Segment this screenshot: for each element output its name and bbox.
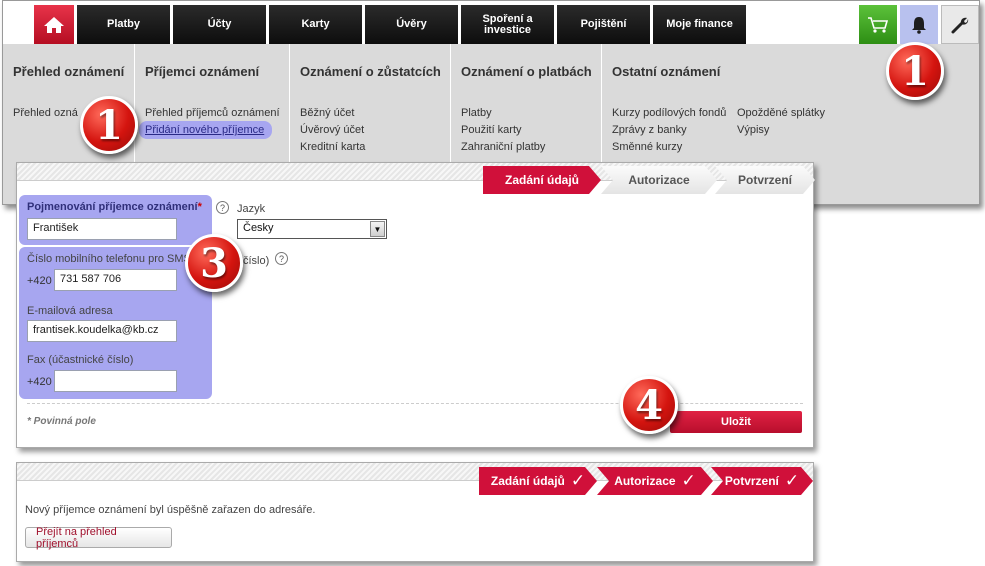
step-label: Autorizace xyxy=(614,474,676,488)
annotation-badge: 4 xyxy=(620,376,678,434)
bell-icon xyxy=(912,16,926,34)
nav-tab-ucty[interactable]: Účty xyxy=(173,5,266,44)
fax-prefix: +420 xyxy=(27,376,52,388)
nav-tab-platby[interactable]: Platby xyxy=(77,5,170,44)
menu-link-pouziti-karty[interactable]: Použití karty xyxy=(461,124,522,136)
menu-link-prehled-prijemcu[interactable]: Přehled příjemců oznámení xyxy=(145,107,280,119)
help-icon[interactable]: ? xyxy=(275,252,288,265)
nav-tab-label: Spoření a investice xyxy=(482,12,533,36)
name-input[interactable]: František xyxy=(27,218,177,240)
menu-head-prijemci: Příjemci oznámení xyxy=(145,64,260,79)
step-label: Zadání údajů xyxy=(490,474,565,488)
menu-link-bezny-ucet[interactable]: Běžný účet xyxy=(300,107,354,119)
cart-icon xyxy=(868,16,889,33)
step-label: Zadání údajů xyxy=(504,173,579,187)
chevron-down-icon: ▼ xyxy=(370,221,385,237)
menu-head-platby: Oznámení o platbách xyxy=(461,64,592,79)
menu-link-kreditni-karta[interactable]: Kreditní karta xyxy=(300,141,365,153)
cart-button[interactable] xyxy=(859,5,897,44)
mobile-prefix: +420 xyxy=(27,275,52,287)
language-select[interactable]: Česky ▼ xyxy=(237,219,387,239)
fax-input[interactable] xyxy=(54,370,177,392)
annotation-badge: 3 xyxy=(185,234,243,292)
step-zadani-udaju: Zadání údajů xyxy=(483,166,601,194)
required-note: * Povinná pole xyxy=(27,416,96,427)
check-icon: ✓ xyxy=(570,471,586,490)
help-icon[interactable]: ? xyxy=(216,201,229,214)
nav-tab-moje-finance[interactable]: Moje finance xyxy=(653,5,746,44)
email-label: E-mailová adresa xyxy=(27,305,113,317)
annotation-badge: 1 xyxy=(80,96,138,154)
add-recipient-form: Zadání údajů Autorizace Potvrzení Pojmen… xyxy=(16,162,814,448)
menu-head-zustatky: Oznámení o zůstatcích xyxy=(300,64,441,79)
success-message: Nový příjemce oznámení byl úspěšně zařaz… xyxy=(25,504,316,516)
main-navbar: Platby Účty Karty Úvěry Spoření a invest… xyxy=(3,1,979,44)
home-icon xyxy=(44,16,64,33)
nav-tab-label: Platby xyxy=(106,18,140,30)
step-potvrzeni: Potvrzení ✓ xyxy=(711,467,813,495)
step-label: Potvrzení xyxy=(724,474,779,488)
menu-head-ostatni: Ostatní oznámení xyxy=(612,64,721,79)
name-label: Pojmenování příjemce oznámení* xyxy=(27,201,202,213)
nav-tab-label: Účty xyxy=(207,18,232,30)
nav-tab-uvery[interactable]: Úvěry xyxy=(365,5,458,44)
go-to-recipients-button[interactable]: Přejít na přehled příjemců xyxy=(25,526,172,550)
save-button[interactable]: Uložit xyxy=(670,411,802,433)
mobile-label-suffix: číslo) xyxy=(243,255,270,267)
step-autorizace: Autorizace ✓ xyxy=(597,467,713,495)
nav-tab-label: Moje finance xyxy=(666,18,733,30)
language-label: Jazyk xyxy=(237,203,266,215)
name-label-text: Pojmenování příjemce oznámení xyxy=(27,201,198,213)
nav-tab-label: Úvěry xyxy=(396,18,427,30)
check-icon: ✓ xyxy=(784,471,800,490)
menu-head-prehled: Přehled oznámení xyxy=(13,64,125,79)
step-label: Potvrzení xyxy=(737,173,792,187)
nav-home[interactable] xyxy=(34,5,74,44)
nav-tab-pojisteni[interactable]: Pojištění xyxy=(557,5,650,44)
check-icon: ✓ xyxy=(681,471,696,490)
language-value: Česky xyxy=(243,222,274,234)
nav-tab-karty[interactable]: Karty xyxy=(269,5,362,44)
nav-tab-sporeni[interactable]: Spoření a investice xyxy=(461,5,554,44)
mobile-input[interactable]: 731 587 706 xyxy=(54,269,177,291)
menu-link-pridani-prijemce[interactable]: Přidání nového příjemce xyxy=(145,124,264,136)
menu-link-smenne-kurzy[interactable]: Směnné kurzy xyxy=(612,141,682,153)
mobile-label: Číslo mobilního telefonu pro SMS xyxy=(27,253,191,265)
step-autorizace: Autorizace xyxy=(601,166,717,194)
notifications-button[interactable] xyxy=(900,5,938,44)
annotation-badge: 1 xyxy=(886,42,944,100)
menu-link-zpravy-z-banky[interactable]: Zprávy z banky xyxy=(612,124,687,136)
menu-link-prehled-oznameni[interactable]: Přehled ozná xyxy=(13,107,78,119)
step-label: Autorizace xyxy=(628,173,690,187)
required-mark: * xyxy=(197,201,202,213)
step-potvrzeni: Potvrzení xyxy=(715,166,815,194)
menu-link-uverovy-ucet[interactable]: Úvěrový účet xyxy=(300,124,364,136)
step-zadani-udaju: Zadání údajů ✓ xyxy=(479,467,597,495)
menu-link-zahranicni-platby[interactable]: Zahraniční platby xyxy=(461,141,545,153)
menu-link-kurzy-fondu[interactable]: Kurzy podílových fondů xyxy=(612,107,726,119)
menu-link-platby[interactable]: Platby xyxy=(461,107,492,119)
wrench-icon xyxy=(951,17,969,33)
nav-tab-label: Karty xyxy=(301,18,330,30)
divider xyxy=(27,403,803,404)
email-input[interactable]: frantisek.koudelka@kb.cz xyxy=(27,320,177,342)
confirmation-panel: Zadání údajů ✓ Autorizace ✓ Potvrzení ✓ Nov… xyxy=(16,462,814,562)
menu-link-vypisy[interactable]: Výpisy xyxy=(737,124,769,136)
settings-button[interactable] xyxy=(941,5,979,44)
nav-tab-label: Pojištění xyxy=(580,18,627,30)
menu-link-opozdene-splatky[interactable]: Opožděné splátky xyxy=(737,107,825,119)
fax-label: Fax (účastnické číslo) xyxy=(27,354,134,366)
